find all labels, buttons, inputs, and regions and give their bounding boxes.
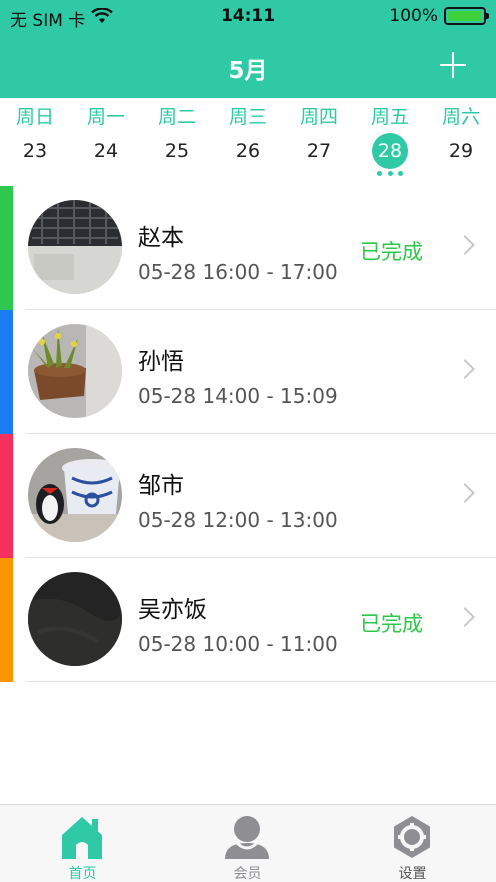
date-label: 24 <box>93 140 119 162</box>
chevron-right-icon <box>455 235 475 255</box>
date-label: 23 <box>22 140 48 162</box>
avatar <box>28 572 122 666</box>
color-stripe <box>0 434 13 558</box>
day-column[interactable]: 周四 27 <box>284 98 354 184</box>
appointment-row[interactable]: 吴亦饭 05-28 10:00 - 11:00 已完成 <box>0 558 496 682</box>
status-bar: 无 SIM 卡 14:11 100% <box>0 0 496 34</box>
date-label: 25 <box>164 140 190 162</box>
battery-group: 100% <box>389 6 489 26</box>
weekday-label: 周五 <box>370 106 409 128</box>
weekday-label: 周二 <box>157 106 196 128</box>
day-column-selected[interactable]: 周五 28 <box>355 98 425 184</box>
appointment-time: 05-28 16:00 - 17:00 <box>138 260 338 284</box>
weekday-label: 周日 <box>15 106 54 128</box>
avatar <box>28 448 122 542</box>
weekday-label: 周四 <box>299 106 338 128</box>
date-label: 27 <box>306 140 332 162</box>
color-stripe <box>0 186 13 310</box>
appointment-row[interactable]: 邹市 05-28 12:00 - 13:00 <box>0 434 496 558</box>
event-dots <box>377 171 403 177</box>
tab-label: 设置 <box>398 866 427 882</box>
month-title: 5月 <box>228 58 268 84</box>
date-label: 26 <box>235 140 261 162</box>
status-label: 已完成 <box>360 612 423 636</box>
appointment-time: 05-28 12:00 - 13:00 <box>138 508 338 532</box>
appointment-row[interactable]: 孙悟 05-28 14:00 - 15:09 <box>0 310 496 434</box>
color-stripe <box>0 310 13 434</box>
chevron-right-icon <box>455 483 475 503</box>
appointment-time: 05-28 10:00 - 11:00 <box>138 632 338 656</box>
avatar <box>28 324 122 418</box>
battery-icon <box>444 7 489 25</box>
selected-date: 28 <box>372 133 408 169</box>
appointment-row[interactable]: 赵本 05-28 16:00 - 17:00 已完成 <box>0 186 496 310</box>
day-column[interactable]: 周一 24 <box>71 98 141 184</box>
day-column[interactable]: 周二 25 <box>142 98 212 184</box>
settings-icon <box>388 813 436 861</box>
tab-home[interactable]: 首页 <box>0 805 165 882</box>
customer-name: 邹市 <box>138 473 184 499</box>
tab-label: 会员 <box>233 866 262 882</box>
weekday-label: 周六 <box>441 106 480 128</box>
weekday-label: 周一 <box>86 106 125 128</box>
chevron-right-icon <box>455 607 475 627</box>
tab-settings[interactable]: 设置 <box>330 805 495 882</box>
nav-bar: 5月 <box>0 34 496 98</box>
customer-name: 吴亦饭 <box>138 597 207 623</box>
color-stripe <box>0 558 13 682</box>
week-strip: 周日 23 周一 24 周二 25 周三 26 周四 27 周五 28 周六 2… <box>0 98 496 184</box>
status-label: 已完成 <box>360 240 423 264</box>
customer-name: 赵本 <box>138 225 184 251</box>
day-column[interactable]: 周日 23 <box>0 98 70 184</box>
home-icon <box>58 813 106 861</box>
tab-bar: 首页 会员 设置 <box>0 804 496 882</box>
battery-percent: 100% <box>389 6 438 26</box>
day-column[interactable]: 周三 26 <box>213 98 283 184</box>
chevron-right-icon <box>455 359 475 379</box>
avatar <box>28 200 122 294</box>
tab-member[interactable]: 会员 <box>165 805 330 882</box>
appointment-time: 05-28 14:00 - 15:09 <box>138 384 338 408</box>
member-icon <box>223 813 271 861</box>
divider <box>26 681 496 682</box>
customer-name: 孙悟 <box>138 349 184 375</box>
add-appointment-button[interactable] <box>440 52 466 78</box>
weekday-label: 周三 <box>228 106 267 128</box>
tab-label: 首页 <box>68 866 97 882</box>
date-label: 29 <box>448 140 474 162</box>
day-column[interactable]: 周六 29 <box>426 98 496 184</box>
